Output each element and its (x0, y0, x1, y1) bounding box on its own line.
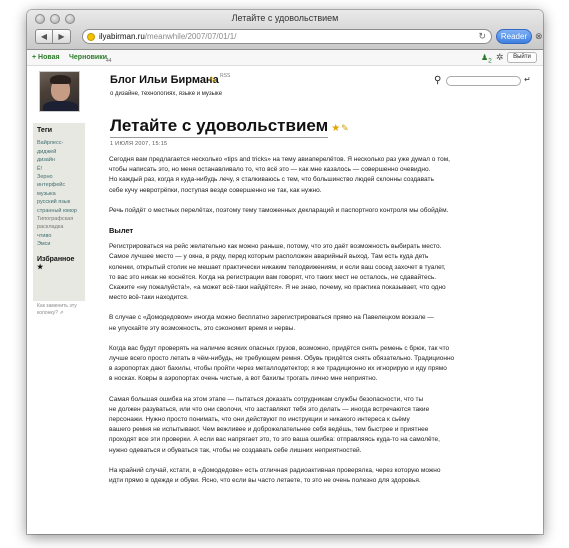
text-line: Вылет (109, 226, 134, 236)
search-submit-icon[interactable]: ↵ (524, 75, 531, 84)
edit-pencil-icon[interactable]: ✎ (341, 123, 349, 133)
reader-button[interactable]: Reader (496, 29, 532, 44)
favorites-link[interactable]: Избранное ★ (37, 256, 81, 273)
text-line: чтобы написать это, но меня останавливал… (109, 166, 431, 174)
sidebar-tag-link[interactable]: странный юмор (37, 207, 81, 215)
post-paragraph: Регистрироваться на рейс желательно как … (109, 242, 527, 303)
text-line: себе кучу невротрёпки, поступая везде со… (109, 186, 322, 194)
sidebar-tag-link[interactable]: чтиво (37, 232, 81, 240)
text-line: На крайний случай, кстати, в «Домодедове… (109, 466, 441, 474)
text-line: в аэропортах дают бахилы, чтобы пройти ч… (109, 365, 447, 373)
users-count: 2 (488, 57, 492, 65)
post-paragraph: В случае с «Домодедовом» иногда можно бе… (109, 313, 527, 333)
text-line: персонажи. Нужно просто понимать, что он… (109, 416, 410, 424)
history-nav: ◀ ▶ (35, 29, 71, 44)
post-paragraph: На крайний случай, кстати, в «Домодедове… (109, 466, 527, 486)
url-host: ilyabirman.ru (99, 32, 145, 41)
page-content: Блог Ильи Бирмана ✎ RSS о дизайне, техно… (27, 67, 543, 534)
text-line: Речь пойдёт о местных перелётах, поэтому… (109, 206, 449, 214)
post-paragraph: Самая большая ошибка на этом этапе — пыт… (109, 395, 527, 456)
text-line: В случае с «Домодедовом» иногда можно бе… (109, 314, 434, 322)
text-line: место всё-таки находится. (109, 294, 189, 302)
address-bar[interactable]: ilyabirman.ru/meanwhile/2007/07/01/1/ ↻ (82, 29, 492, 44)
sidebar-tag-link[interactable]: музыка (37, 190, 81, 198)
sidebar-tag-link[interactable]: русский язык (37, 198, 81, 206)
text-line: проходят все эти проверки. А если вас на… (109, 436, 440, 444)
sidebar-tag-link[interactable]: Зерно (37, 173, 81, 181)
edit-blog-pencil-icon[interactable]: ✎ (209, 75, 217, 86)
logout-button[interactable]: Выйти (507, 52, 537, 63)
text-line: коленки, открытый столик не мешает практ… (109, 263, 446, 271)
tags-heading: Теги (37, 127, 53, 134)
text-line: Скажите «ну пожалуйста!», «а может всё-т… (109, 284, 446, 292)
text-line: вашего ремня не испытывают. Чем вежливее… (109, 426, 429, 434)
sidebar-tag-link[interactable]: интерфейс (37, 181, 81, 189)
text-line: в носках. Ковры в аэропортах очень чисты… (109, 375, 378, 383)
post-paragraph: Когда вас будут проверять на наличие вся… (109, 344, 527, 385)
users-indicator[interactable]: ♟2 (481, 53, 492, 65)
text-line: лучше всего просто летать в чём-нибудь, … (109, 355, 455, 363)
post-date: 1 ИЮЛЯ 2007, 15:15 (110, 141, 168, 147)
post-paragraph: Сегодня вам предлагается несколько «tips… (109, 155, 527, 196)
text-line: то вас это никак не коснётся. Когда на р… (109, 273, 437, 281)
text-line: Регистрироваться на рейс желательно как … (109, 243, 442, 251)
star-icon[interactable]: ★ (331, 123, 340, 134)
drafts-count: 44 (106, 58, 112, 64)
url-path: /meanwhile/2007/07/01/1/ (144, 32, 237, 41)
text-line: не упускайте эту возможность, это сэконо… (109, 324, 296, 332)
post-body: Сегодня вам предлагается несколько «tips… (109, 155, 527, 486)
search-input[interactable] (446, 76, 521, 86)
text-line: Сегодня вам предлагается несколько «tips… (109, 156, 450, 163)
rss-link[interactable]: RSS (220, 73, 230, 79)
site-favicon-icon (87, 33, 95, 41)
post-subheading: Вылет (109, 226, 527, 236)
text-line: не должен разуваться, или что они сволоч… (109, 405, 430, 413)
search-icon: ⚲ (434, 75, 442, 86)
sidebar-tag-link[interactable]: Типографская раскладка (37, 215, 81, 232)
new-post-link[interactable]: + Новая (32, 54, 60, 61)
browser-window: Летайте с удовольствием ◀ ▶ ilyabirman.r… (27, 10, 543, 534)
sidebar-tag-link[interactable]: Вайрлесс-диджей (37, 139, 81, 156)
page-menu-icon[interactable]: ⊗ (535, 31, 543, 42)
text-line: Самая большая ошибка на этом этапе — пыт… (109, 395, 424, 403)
post-paragraph: Речь пойдёт о местных перелётах, поэтому… (109, 206, 527, 216)
window-titlebar: Летайте с удовольствием ◀ ▶ ilyabirman.r… (27, 10, 543, 50)
text-line: Но каждый раз, когда я куда-нибудь лечу,… (109, 176, 434, 184)
reload-icon[interactable]: ↻ (478, 30, 486, 43)
avatar-shirt (43, 101, 78, 111)
blog-title[interactable]: Блог Ильи Бирмана (110, 74, 219, 86)
sidebar: Теги Вайрлесс-диджей дизайн Ё! Зерно интерфе… (33, 123, 85, 301)
window-title: Летайте с удовольствием (231, 13, 339, 23)
text-line: нужно одеваться и обуваться так, чтобы н… (109, 446, 362, 454)
post-title[interactable]: Летайте с удовольствием (110, 116, 329, 138)
text-line: Самое лучшее место — у окна, в ряду, пер… (109, 253, 429, 261)
blog-subtitle: о дизайне, технологиях, языке и музыке (110, 91, 223, 97)
text-line: идти прямо в одежде и обуви. Ясно, что е… (109, 477, 421, 485)
drafts-link[interactable]: Черновики (69, 54, 107, 61)
post-article: Летайте с удовольствием ★✎ 1 ИЮЛЯ 2007, 1… (109, 116, 527, 496)
sidebar-tag-link[interactable]: Эмси (37, 240, 81, 248)
avatar-hair (50, 75, 71, 84)
admin-bar: + Новая Черновики 44 ♟2 ✲ Выйти (27, 50, 543, 66)
author-avatar[interactable] (39, 71, 80, 112)
forward-button[interactable]: ▶ (53, 29, 71, 44)
text-line: Когда вас будут проверять на наличие вся… (109, 344, 450, 352)
tag-list: Вайрлесс-диджей дизайн Ё! Зерно интерфейс муз… (37, 139, 81, 248)
back-button[interactable]: ◀ (35, 29, 53, 44)
gear-icon[interactable]: ✲ (496, 52, 504, 63)
sidebar-tag-link[interactable]: Ё! (37, 165, 81, 173)
replace-column-link[interactable]: Как заменить эту колонку? ⇗ (37, 303, 91, 317)
sidebar-tag-link[interactable]: дизайн (37, 156, 81, 164)
